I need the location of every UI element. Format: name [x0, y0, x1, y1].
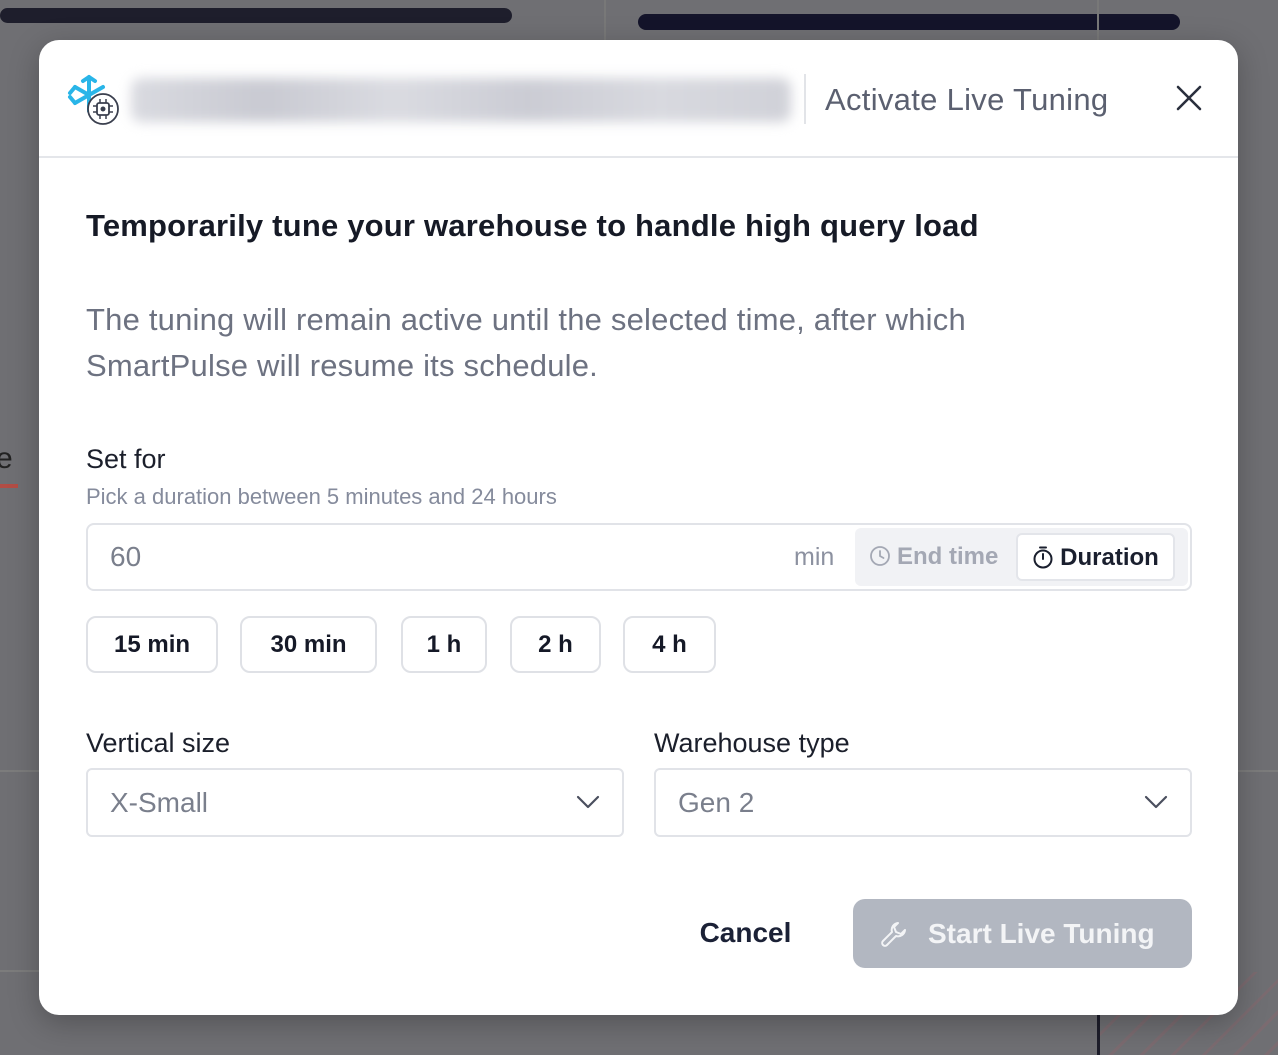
wrench-icon — [881, 922, 906, 947]
preset-2-h[interactable]: 2 h — [510, 616, 601, 673]
clock-icon — [870, 545, 890, 566]
start-live-tuning-button[interactable]: Start Live Tuning — [853, 899, 1192, 968]
background-divider — [1238, 770, 1278, 772]
live-tuning-modal: Activate Live Tuning Temporarily tune yo… — [39, 40, 1238, 1015]
background-divider — [0, 970, 40, 972]
background-text-fragment: e — [0, 442, 13, 475]
snowflake-chip-icon — [67, 73, 129, 125]
modal-title: Activate Live Tuning — [825, 82, 1109, 117]
toggle-duration-label: Duration — [1060, 544, 1159, 571]
modal-header: Activate Live Tuning — [39, 40, 1238, 158]
background-divider — [604, 0, 606, 40]
mode-toggle: End time Duration — [855, 528, 1188, 586]
chevron-down-icon — [576, 795, 600, 809]
vertical-size-value: X-Small — [110, 787, 209, 818]
duration-input[interactable] — [110, 525, 710, 589]
warehouse-type-label: Warehouse type — [654, 728, 850, 758]
start-live-tuning-label: Start Live Tuning — [928, 918, 1155, 949]
set-for-hint: Pick a duration between 5 minutes and 24… — [86, 484, 557, 509]
background-divider — [1097, 1015, 1100, 1055]
background-underline — [0, 484, 18, 488]
warehouse-type-select[interactable]: Gen 2 — [654, 768, 1192, 837]
preset-30-min[interactable]: 30 min — [240, 616, 377, 673]
duration-unit: min — [794, 543, 835, 571]
warehouse-type-value: Gen 2 — [678, 787, 755, 818]
preset-1-h[interactable]: 1 h — [401, 616, 487, 673]
toggle-end-time[interactable]: End time — [869, 528, 998, 586]
header-divider — [804, 74, 806, 124]
redacted-warehouse-name — [131, 78, 791, 122]
vertical-size-select[interactable]: X-Small — [86, 768, 624, 837]
close-icon[interactable] — [1173, 80, 1205, 116]
background-divider — [0, 770, 40, 772]
vertical-size-label: Vertical size — [86, 728, 231, 758]
toggle-end-time-label: End time — [897, 543, 999, 570]
modal-description: The tuning will remain active until the … — [86, 302, 966, 383]
preset-15-min[interactable]: 15 min — [86, 616, 218, 673]
preset-4-h[interactable]: 4 h — [623, 616, 716, 673]
toggle-duration[interactable]: Duration — [1016, 533, 1175, 581]
modal-heading: Temporarily tune your warehouse to handl… — [86, 208, 979, 243]
cancel-button[interactable]: Cancel — [677, 898, 814, 968]
set-for-label: Set for — [86, 444, 166, 474]
background-divider — [1097, 0, 1099, 40]
duration-field: min End time Duration — [86, 523, 1192, 591]
background-bar — [0, 8, 512, 23]
chevron-down-icon — [1144, 795, 1168, 809]
stopwatch-icon — [1033, 546, 1053, 569]
